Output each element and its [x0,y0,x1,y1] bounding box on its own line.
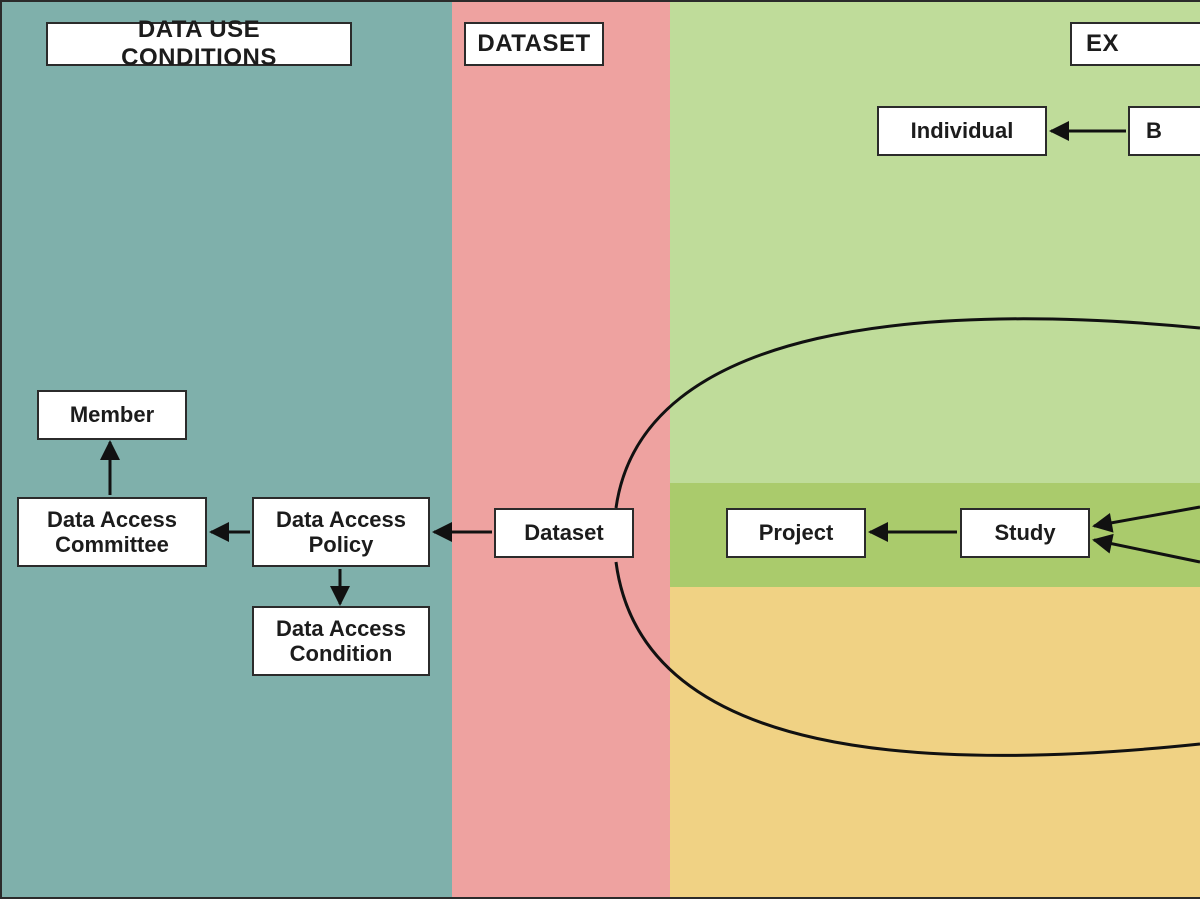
node-individual: Individual [877,106,1047,156]
region-experiment-bottom [670,538,1200,897]
region-data-use-conditions [2,2,452,897]
region-dataset [452,2,670,897]
region-label-dataset: DATASET [464,22,604,66]
node-data-access-policy: Data Access Policy [252,497,430,567]
node-project: Project [726,508,866,558]
node-dataset: Dataset [494,508,634,558]
node-member: Member [37,390,187,440]
region-label-experiment-partial: EX [1070,22,1200,66]
node-data-access-committee: Data Access Committee [17,497,207,567]
diagram-canvas: DATA USE CONDITIONS DATASET EX Member Da… [0,0,1200,899]
node-data-access-condition: Data Access Condition [252,606,430,676]
node-b-partial: B [1128,106,1200,156]
region-experiment-top [670,2,1200,538]
node-study: Study [960,508,1090,558]
region-label-data-use-conditions: DATA USE CONDITIONS [46,22,352,66]
